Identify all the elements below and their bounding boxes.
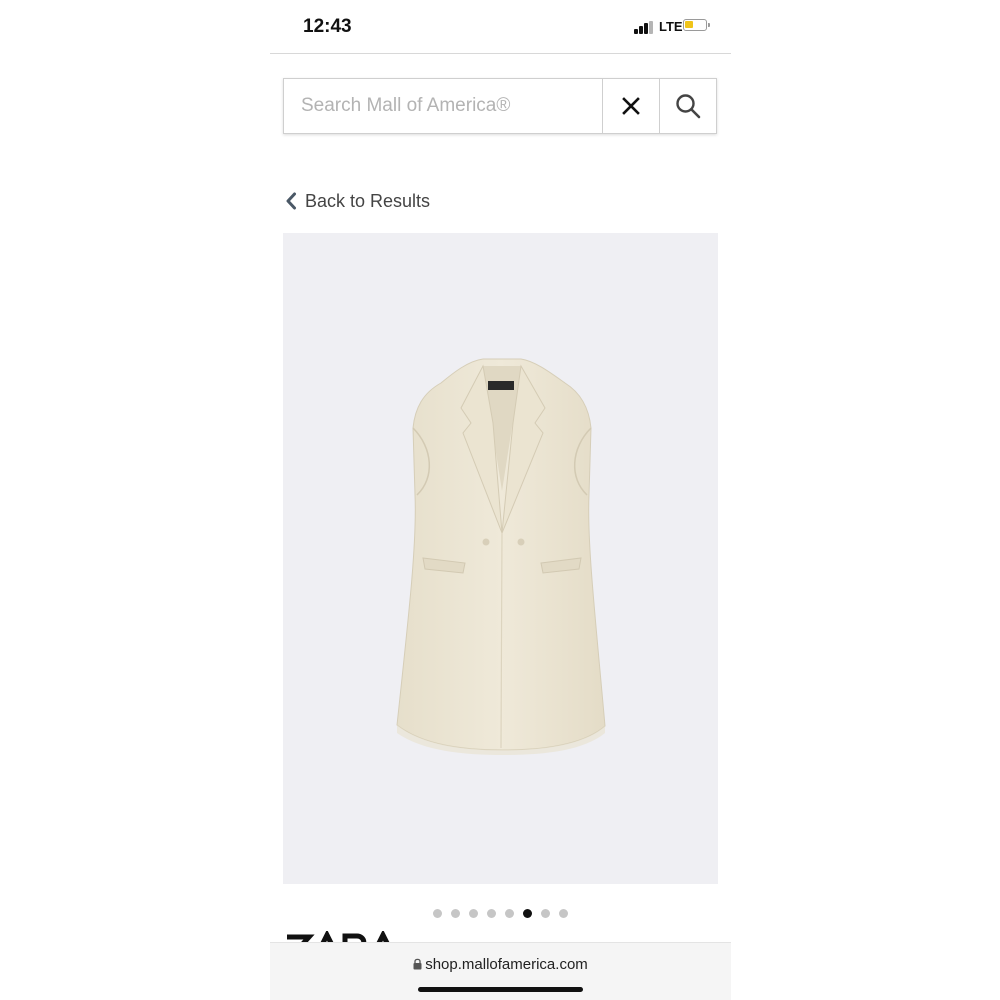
carousel-dot[interactable]: [469, 909, 478, 918]
carousel-dot[interactable]: [487, 909, 496, 918]
search-icon: [676, 94, 701, 119]
status-bar: 12:43 LTE: [270, 0, 731, 54]
carousel-dot[interactable]: [433, 909, 442, 918]
signal-strength-icon: [634, 21, 654, 34]
lock-icon: [413, 957, 422, 974]
chevron-left-icon: [285, 192, 297, 210]
search-input[interactable]: [284, 79, 602, 133]
url-text: shop.mallofamerica.com: [425, 956, 588, 973]
phone-screen: 12:43 LTE Search Mall of America® Back t…: [270, 0, 731, 1000]
network-type: LTE: [659, 19, 683, 34]
carousel-dots: [270, 909, 731, 918]
url-bar[interactable]: shop.mallofamerica.com: [270, 956, 731, 974]
search-bar: [283, 78, 717, 134]
carousel-dot[interactable]: [451, 909, 460, 918]
close-icon: [622, 97, 640, 115]
battery-icon: [683, 19, 710, 31]
back-to-results-link[interactable]: Back to Results: [285, 188, 430, 214]
status-time: 12:43: [303, 16, 352, 37]
product-image[interactable]: [283, 233, 718, 884]
back-to-results-label: Back to Results: [305, 190, 431, 211]
carousel-dot[interactable]: [541, 909, 550, 918]
carousel-dot[interactable]: [559, 909, 568, 918]
carousel-dot-active[interactable]: [523, 909, 532, 918]
home-indicator[interactable]: [418, 987, 583, 992]
clear-search-button[interactable]: [602, 79, 659, 133]
sleeveless-blazer-vest-image: [396, 358, 606, 755]
search-button[interactable]: [659, 79, 716, 133]
carousel-dot[interactable]: [505, 909, 514, 918]
browser-bar: shop.mallofamerica.com: [270, 942, 731, 1000]
